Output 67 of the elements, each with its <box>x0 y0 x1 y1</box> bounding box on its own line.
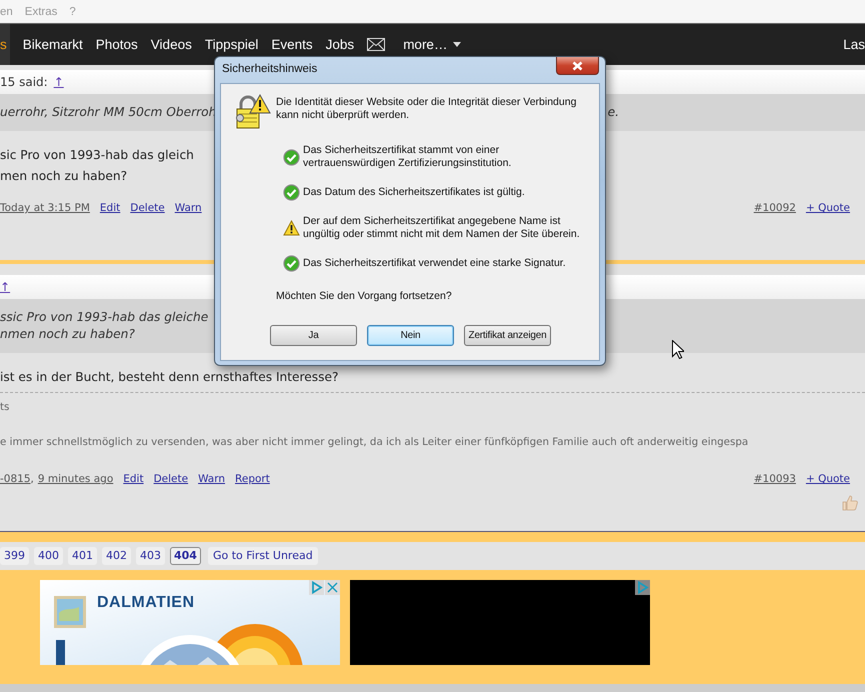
post-text: ist es in der Bucht, besteht denn ernsthaftes Interesse? <box>0 369 338 386</box>
post-number-link[interactable]: #10092 <box>754 202 796 214</box>
question-text: Möchten Sie den Vorgang fortsetzen? <box>276 290 453 302</box>
ad-headline: DALMATIEN <box>97 594 195 612</box>
nav-link[interactable]: Photos <box>96 37 138 52</box>
jump-link[interactable]: ↑ <box>54 75 64 89</box>
quote-link[interactable]: + Quote <box>806 473 850 485</box>
action-link[interactable]: Delete <box>130 202 165 214</box>
scrollbar[interactable] <box>0 684 865 692</box>
post-number-link[interactable]: #10093 <box>754 473 796 485</box>
quote-text: e. <box>608 104 619 121</box>
window-title: Sicherheitshinweis <box>222 63 318 75</box>
separator-text: , <box>30 473 34 485</box>
page-link[interactable]: 399 <box>0 547 29 565</box>
lock-warning-icon <box>233 94 271 130</box>
page-link[interactable]: 400 <box>34 547 63 565</box>
thumbs-up-icon[interactable] <box>842 495 858 511</box>
nav-link[interactable]: Jobs <box>326 37 354 52</box>
status-text: Das Sicherheitszertifikat verwendet eine starke Signatur. <box>303 257 566 270</box>
action-link[interactable]: Edit <box>123 473 144 485</box>
page-link[interactable]: 402 <box>102 547 131 565</box>
envelope-icon[interactable] <box>367 38 386 51</box>
check-icon <box>283 184 300 201</box>
page-link[interactable]: 404 <box>170 547 201 565</box>
warning-icon <box>283 220 300 236</box>
quote-text: nmen noch zu haben? <box>0 326 135 343</box>
first-unread-link[interactable]: Go to First Unread <box>208 547 318 565</box>
nav-link[interactable]: s <box>0 24 10 65</box>
close-icon[interactable] <box>325 580 340 595</box>
close-icon <box>572 60 583 70</box>
nav-link[interactable]: Bikemarkt <box>22 37 83 52</box>
action-link[interactable]: Warn <box>198 473 226 485</box>
dialog-button[interactable]: Nein <box>367 325 454 346</box>
quote-text: ssic Pro von 1993-hab das gleiche <box>0 309 208 326</box>
caret-icon <box>453 42 462 47</box>
close-button[interactable] <box>556 57 599 75</box>
check-icon <box>283 148 300 166</box>
signature-text: e immer schnellstmöglich zu versenden, was aber nicht immer gelingt, da ich als Leiter einer fünfköpfigen Familie auch oft anderweitig eingespa <box>0 435 748 450</box>
action-link[interactable]: Delete <box>154 473 188 485</box>
quote-link[interactable]: + Quote <box>806 202 850 214</box>
action-link[interactable]: Report <box>235 473 270 485</box>
nav-link[interactable]: Las <box>843 37 865 52</box>
status-text: Das Datum des Sicherheitszertifikates ist gültig. <box>303 186 525 199</box>
jump-link[interactable]: ↑ <box>0 280 10 294</box>
signature-text: ts <box>0 400 10 415</box>
action-link[interactable]: Warn <box>174 202 202 214</box>
dialog-button[interactable]: Zertifikat anzeigen <box>464 325 551 346</box>
status-text: Das Sicherheitszertifikat stammt von einer vertrauenswürdigen Zertifizierungsinstitution. <box>303 144 512 170</box>
page-link[interactable]: 401 <box>68 547 97 565</box>
post-time[interactable]: Today at 3:15 PM <box>0 202 90 214</box>
check-icon <box>283 255 300 272</box>
post-text: sic Pro von 1993-hab das gleich <box>0 147 194 164</box>
author-text: 15 said: <box>0 75 48 89</box>
nav-link[interactable]: Tippspiel <box>204 37 258 52</box>
page-link[interactable]: 403 <box>136 547 165 565</box>
status-text: Der auf dem Sicherheitszertifikat angegebene Name ist ungültig oder stimmt nicht mit dem Namen der Site überein. <box>303 215 580 241</box>
dialog-button[interactable]: Ja <box>270 325 357 346</box>
play-icon[interactable] <box>309 580 324 595</box>
action-link[interactable]: Edit <box>100 202 120 214</box>
nav-link[interactable]: Videos <box>150 37 192 52</box>
nav-menu[interactable]: more… <box>403 37 462 52</box>
author-link[interactable]: -0815 <box>0 473 31 485</box>
post-time[interactable]: 9 minutes ago <box>38 473 114 485</box>
dialog-message: Die Identität dieser Website oder die Integrität dieser Verbindung kann nicht überprüft werden. <box>276 96 576 122</box>
cursor-icon <box>672 340 684 359</box>
nav-link[interactable]: Events <box>271 37 313 52</box>
post-text: men noch zu haben? <box>0 168 128 185</box>
